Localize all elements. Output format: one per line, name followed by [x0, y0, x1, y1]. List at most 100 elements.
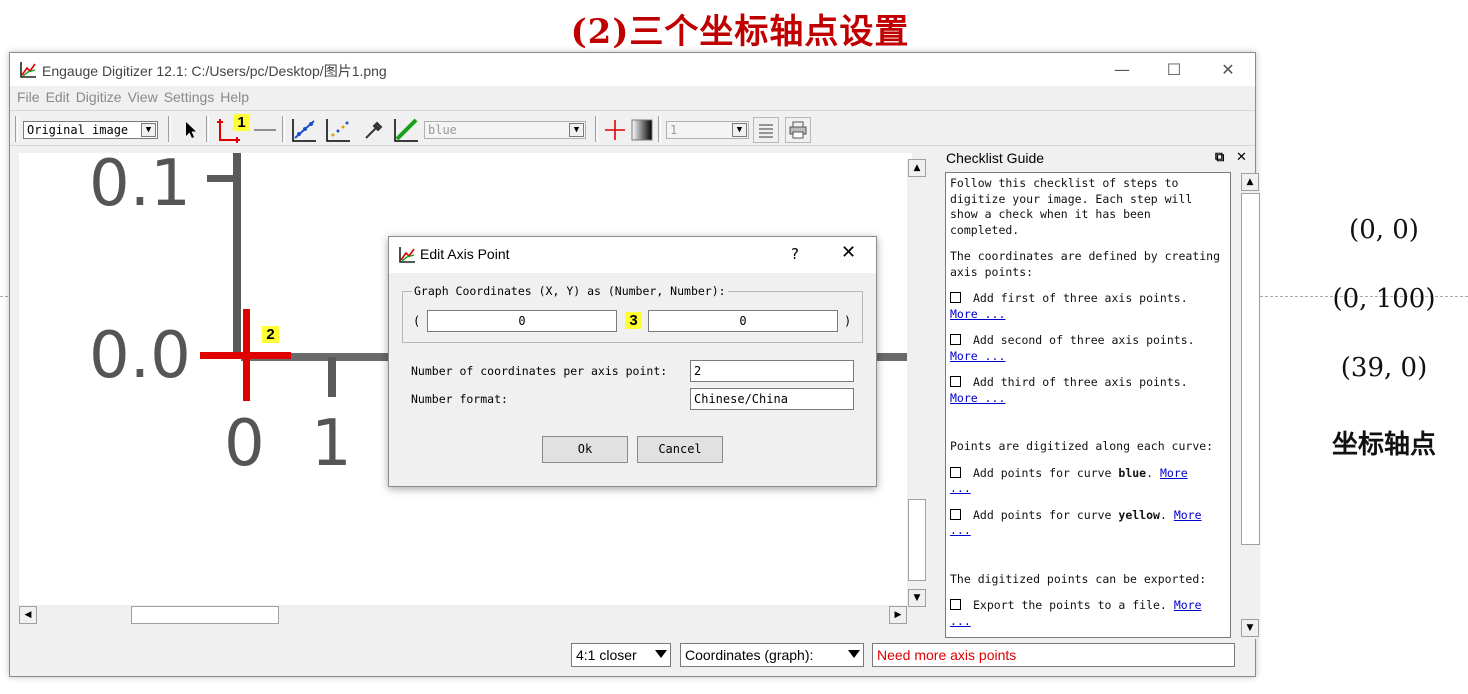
- checkbox-icon: [950, 376, 961, 387]
- scale-bar-tool-button[interactable]: [252, 117, 278, 143]
- curve-list-button[interactable]: [753, 117, 779, 143]
- background-select[interactable]: Original image ▼: [23, 121, 158, 139]
- checklist-item: Export the points to a file. More...: [950, 598, 1226, 629]
- coords-per-point-label: Number of coordinates per axis point:: [411, 364, 668, 378]
- toolbar-separator: [595, 116, 598, 142]
- print-button[interactable]: [785, 117, 811, 143]
- checkbox-icon: [950, 508, 961, 520]
- checklist-toggle-button[interactable]: [602, 117, 628, 143]
- toolbar-separator: [168, 116, 171, 142]
- scroll-up-icon[interactable]: ▲: [1241, 173, 1259, 191]
- step-badge-3: 3: [625, 312, 642, 329]
- more-link[interactable]: ...: [950, 523, 971, 537]
- menu-file[interactable]: File: [16, 86, 45, 108]
- checklist-item-text: Add points for curve: [973, 465, 1119, 480]
- open-paren: (: [413, 314, 421, 328]
- checklist-body: Follow this checklist of steps to digiti…: [945, 172, 1231, 638]
- canvas-horizontal-scrollbar[interactable]: ◀ ▶: [19, 605, 907, 625]
- side-label-x-axis-point: (39, 0): [1340, 353, 1428, 383]
- menu-settings[interactable]: Settings: [163, 86, 220, 108]
- minimize-button[interactable]: —: [1095, 53, 1149, 86]
- graph-coordinates-label: Graph Coordinates (X, Y) as (Number, Num…: [412, 284, 728, 298]
- more-link[interactable]: More ...: [950, 391, 1005, 405]
- scroll-left-icon[interactable]: ◀: [19, 606, 37, 624]
- window-title: Engauge Digitizer 12.1: C:/Users/pc/Desk…: [42, 63, 387, 79]
- checkbox-icon: [950, 599, 961, 610]
- menu-view[interactable]: View: [127, 86, 163, 108]
- side-label-origin: (0, 0): [1349, 215, 1419, 245]
- x-coordinate-input[interactable]: 0: [427, 310, 617, 332]
- printer-icon: [789, 121, 807, 139]
- number-format-field[interactable]: Chinese/China: [690, 388, 854, 410]
- tick-label-x-0: 0: [224, 407, 265, 481]
- scrollbar-thumb[interactable]: [908, 499, 926, 581]
- ok-button[interactable]: Ok: [542, 436, 628, 463]
- select-tool-button[interactable]: [178, 117, 204, 143]
- menu-edit[interactable]: Edit: [45, 86, 75, 108]
- checklist-item-text: Export the points to a file.: [973, 598, 1167, 612]
- zoom-select-value: 4:1 closer: [576, 647, 637, 663]
- side-label-y-axis-point: (0, 100): [1332, 284, 1436, 314]
- scroll-right-icon[interactable]: ▶: [889, 606, 907, 624]
- menu-digitize[interactable]: Digitize: [75, 86, 127, 108]
- gradient-view-button[interactable]: [629, 117, 655, 143]
- float-panel-icon[interactable]: ⧉: [1215, 150, 1224, 165]
- coords-per-point-field[interactable]: 2: [690, 360, 854, 382]
- checklist-guide-panel: Checklist Guide ⧉ ✕ Follow this checklis…: [943, 148, 1249, 642]
- dialog-title: Edit Axis Point: [420, 246, 510, 262]
- color-picker-tool-button[interactable]: [361, 117, 387, 143]
- checklist-item: Add points for curve yellow. More...: [950, 508, 1226, 539]
- scrollbar-thumb[interactable]: [1241, 193, 1260, 545]
- point-match-tool-button[interactable]: [325, 117, 351, 143]
- more-link[interactable]: ...: [950, 614, 971, 628]
- more-link[interactable]: More ...: [950, 349, 1005, 363]
- line-width-select[interactable]: 1 ▼: [666, 121, 749, 139]
- scrollbar-thumb[interactable]: [131, 606, 279, 624]
- lines-list-icon: [759, 124, 773, 138]
- canvas-vertical-scrollbar[interactable]: ▲ ▼: [907, 159, 927, 627]
- close-button[interactable]: ✕: [1201, 53, 1255, 86]
- segment-fill-tool-button[interactable]: [393, 117, 419, 143]
- checkbox-icon: [950, 334, 961, 345]
- checklist-item-text: Add points for curve: [973, 507, 1119, 522]
- more-link[interactable]: More ...: [950, 307, 1005, 321]
- more-link[interactable]: More: [1174, 508, 1202, 522]
- step-badge-1: 1: [233, 114, 250, 131]
- scroll-down-icon[interactable]: ▼: [1241, 619, 1259, 637]
- curve-name: blue: [1118, 465, 1147, 480]
- engauge-app-icon: [399, 247, 415, 263]
- status-bar: 4:1 closer Coordinates (graph): Need mor…: [10, 638, 1255, 676]
- more-link[interactable]: More: [1160, 466, 1188, 480]
- coordinates-mode-select[interactable]: Coordinates (graph):: [680, 643, 864, 667]
- cancel-button[interactable]: Cancel: [637, 436, 723, 463]
- menu-bar: File Edit Digitize View Settings Help: [10, 86, 1255, 108]
- tick-label-y-0-1: 0.1: [89, 153, 191, 221]
- checklist-item-text: Add second of three axis points.: [973, 333, 1195, 347]
- checklist-item: Add points for curve blue. More...: [950, 466, 1226, 497]
- chevron-down-icon: [848, 650, 860, 658]
- scroll-down-icon[interactable]: ▼: [908, 589, 926, 607]
- checklist-item: Add second of three axis points. More ...: [950, 333, 1226, 364]
- help-button[interactable]: ?: [791, 245, 799, 263]
- graph-coordinates-group: Graph Coordinates (X, Y) as (Number, Num…: [402, 284, 863, 343]
- scale-bar-icon: [254, 129, 276, 131]
- scroll-up-icon[interactable]: ▲: [908, 159, 926, 177]
- menu-help[interactable]: Help: [219, 86, 254, 108]
- maximize-button[interactable]: ☐: [1147, 53, 1201, 86]
- curve-select[interactable]: blue ▼: [424, 121, 586, 139]
- curve-tool-button[interactable]: [291, 117, 317, 143]
- close-panel-icon[interactable]: ✕: [1236, 150, 1247, 165]
- checklist-item-text: Add third of three axis points.: [973, 375, 1188, 389]
- checklist-item-text: Add first of three axis points.: [973, 291, 1188, 305]
- dialog-close-button[interactable]: ✕: [841, 242, 856, 263]
- zoom-select[interactable]: 4:1 closer: [571, 643, 671, 667]
- more-link[interactable]: ...: [950, 481, 971, 495]
- coordinates-mode-value: Coordinates (graph):: [685, 647, 814, 663]
- checklist-scrollbar[interactable]: ▲ ▼: [1241, 173, 1260, 639]
- y-coordinate-input[interactable]: 0: [648, 310, 838, 332]
- more-link[interactable]: More: [1174, 598, 1202, 612]
- segment-fill-icon: [394, 118, 418, 142]
- point-match-icon: [326, 119, 350, 142]
